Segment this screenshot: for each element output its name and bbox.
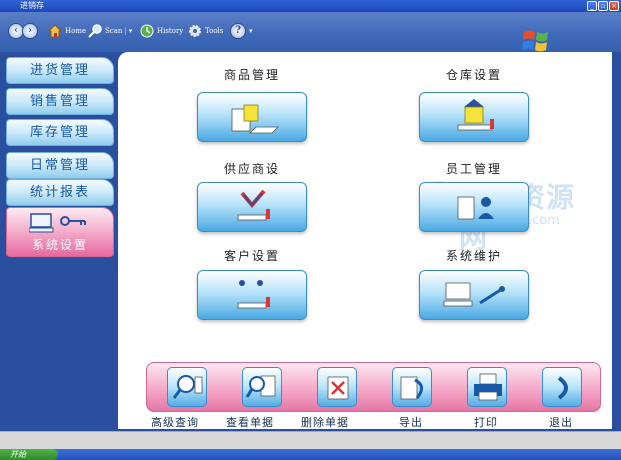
scan-button[interactable]: Scan | ▾ (88, 20, 132, 42)
start-label: 开始 (10, 450, 26, 459)
action-label: 查看单据 (226, 416, 274, 429)
taskbar: 开始 (0, 449, 621, 460)
product-management-button[interactable] (197, 92, 307, 142)
chevron-down-icon[interactable]: ▾ (249, 27, 253, 35)
action-label: 打印 (474, 416, 498, 429)
sidebar-item-daily[interactable]: 日常管理 (6, 152, 114, 179)
export-button[interactable] (392, 367, 432, 407)
advanced-search-button[interactable] (167, 367, 207, 407)
history-icon (140, 24, 154, 38)
sidebar-item-system-settings[interactable]: 系统设置 (6, 207, 114, 257)
sidebar: 进货管理 销售管理 库存管理 日常管理 统计报表 系统设置 (0, 52, 118, 430)
delete-document-button[interactable] (317, 367, 357, 407)
home-icon (48, 24, 62, 38)
action-label: 退出 (549, 416, 573, 429)
restore-button[interactable]: ▫ (598, 1, 608, 11)
forward-arrow-icon[interactable]: › (22, 23, 38, 39)
home-button[interactable]: Home (48, 20, 86, 42)
product-icon (231, 104, 279, 134)
sidebar-item-purchase[interactable]: 进货管理 (6, 57, 114, 84)
action-label: 删除单据 (301, 416, 349, 429)
printer-icon (474, 373, 502, 401)
action-label: 高级查询 (151, 416, 199, 429)
action-bar (146, 362, 601, 412)
warehouse-settings-button[interactable] (419, 92, 529, 142)
magnifier-icon (88, 24, 102, 38)
home-label: Home (65, 27, 87, 35)
employee-icon (457, 196, 494, 220)
system-maintenance-button[interactable] (419, 270, 529, 320)
history-button[interactable]: History (140, 20, 183, 42)
exit-button[interactable] (542, 367, 582, 407)
export-icon (400, 376, 423, 400)
history-label: History (157, 27, 184, 35)
supplier-settings-button[interactable] (197, 182, 307, 232)
title-bar: 进销存 _ ▫ × (0, 0, 621, 12)
sidebar-item-label: 统计报表 (29, 185, 90, 200)
customer-settings-button[interactable] (197, 270, 307, 320)
sidebar-item-inventory[interactable]: 库存管理 (6, 119, 114, 146)
action-label: 导出 (399, 416, 423, 429)
dropdown-separator: | (124, 27, 127, 35)
view-document-button[interactable] (242, 367, 282, 407)
start-button[interactable]: 开始 (0, 449, 58, 460)
maintenance-icon (443, 282, 505, 307)
module-label: 供应商设 (223, 162, 280, 176)
help-icon: ? (230, 23, 246, 39)
delete-document-icon (327, 376, 349, 400)
computer-key-icon (29, 213, 86, 233)
sidebar-item-label: 日常管理 (29, 158, 90, 173)
sidebar-item-label: 系统设置 (31, 238, 88, 252)
sidebar-item-reports[interactable]: 统计报表 (6, 179, 114, 206)
exit-icon (557, 376, 568, 400)
status-bar (0, 431, 621, 449)
module-label: 仓库设置 (445, 68, 502, 82)
supplier-icon (237, 189, 270, 221)
minimize-button[interactable]: _ (587, 1, 597, 11)
module-label: 客户设置 (223, 249, 280, 263)
customer-icon (237, 280, 270, 309)
toolbar: ‹ › Home Scan | ▾ History Tools ? ▾ (0, 12, 621, 52)
chevron-down-icon[interactable]: ▾ (129, 27, 133, 35)
window-title: 进销存 (20, 1, 44, 10)
view-document-icon (245, 375, 276, 398)
module-label: 系统维护 (445, 249, 502, 263)
sidebar-item-label: 进货管理 (29, 63, 90, 78)
tools-label: Tools (205, 27, 224, 35)
module-label: 员工管理 (445, 162, 502, 176)
scan-label: Scan (105, 27, 123, 35)
print-button[interactable] (467, 367, 507, 407)
sidebar-item-label: 库存管理 (29, 125, 90, 140)
employee-management-button[interactable] (419, 182, 529, 232)
tools-button[interactable]: Tools (188, 20, 223, 42)
sidebar-item-label: 销售管理 (29, 94, 90, 109)
window-controls: _ ▫ × (587, 1, 619, 11)
advanced-search-icon (172, 375, 203, 399)
close-button[interactable]: × (609, 1, 619, 11)
warehouse-icon (457, 99, 494, 131)
sidebar-item-sales[interactable]: 销售管理 (6, 88, 114, 115)
nav-arrows: ‹ › (8, 20, 41, 42)
gear-icon (189, 25, 201, 37)
module-label: 商品管理 (223, 68, 280, 82)
help-button[interactable]: ? ▾ (230, 20, 253, 42)
